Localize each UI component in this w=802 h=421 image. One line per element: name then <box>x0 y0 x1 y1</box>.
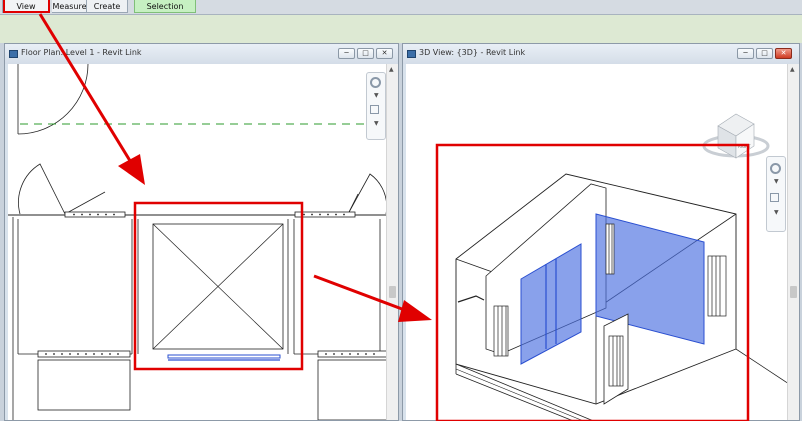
floor-plan-canvas[interactable]: ▼ ▼ <box>8 64 386 420</box>
chevron-down-icon-3d[interactable]: ▼ <box>774 178 779 185</box>
tab-selection[interactable]: Selection <box>134 0 196 13</box>
window-right-3d <box>707 255 727 317</box>
window-front-3d <box>608 335 624 387</box>
window-bottom-right <box>317 350 386 358</box>
scroll-thumb[interactable] <box>389 286 396 298</box>
minimize-button[interactable]: ─ <box>338 48 355 59</box>
navigation-bar-3d[interactable]: ▼ ▼ <box>766 156 786 232</box>
zoom-icon[interactable] <box>370 105 379 114</box>
steering-wheel-icon[interactable] <box>370 77 381 88</box>
tab-create[interactable]: Create <box>86 0 128 13</box>
viewcube-face-label: RIGHT <box>738 144 751 149</box>
revit-view-icon <box>9 50 18 58</box>
3d-view-window[interactable]: 3D View: {3D} - Revit Link ─ □ ✕ RIGHT ▼… <box>402 43 800 421</box>
3d-model-drawing: RIGHT <box>455 113 787 420</box>
room-box-right <box>317 359 386 420</box>
ribbon-tabbar: View Measure Create Selection <box>0 0 802 15</box>
window-bottom-left <box>37 350 131 358</box>
floor-plan-window[interactable]: Floor Plan: Level 1 - Revit Link ─ □ ✕ ▼… <box>4 43 399 421</box>
zoom-icon-3d[interactable] <box>770 193 779 202</box>
maximize-button[interactable]: □ <box>357 48 374 59</box>
close-button-3d[interactable]: ✕ <box>775 48 792 59</box>
close-button[interactable]: ✕ <box>376 48 393 59</box>
scroll-thumb-3d[interactable] <box>790 286 797 298</box>
3d-view-scrollbar[interactable]: ▲ <box>787 64 799 420</box>
3d-view-title: 3D View: {3D} - Revit Link <box>419 48 526 57</box>
revit-3d-icon <box>407 50 416 58</box>
chevron-down-icon-2[interactable]: ▼ <box>374 120 379 127</box>
floor-plan-drawing <box>8 64 386 420</box>
navigation-bar[interactable]: ▼ ▼ <box>366 72 386 140</box>
chevron-down-icon-3d-2[interactable]: ▼ <box>774 209 779 216</box>
ribbon-panel-band <box>0 15 802 43</box>
maximize-button-3d[interactable]: □ <box>756 48 773 59</box>
door-leaf-left <box>64 191 106 215</box>
view-tab-highlight-box <box>3 0 50 13</box>
room-box-left <box>37 359 131 411</box>
floor-plan-titlebar[interactable]: Floor Plan: Level 1 - Revit Link ─ □ ✕ <box>5 44 398 64</box>
door-swing-left <box>18 163 66 215</box>
3d-view-titlebar[interactable]: 3D View: {3D} - Revit Link ─ □ ✕ <box>403 44 799 64</box>
minimize-button-3d[interactable]: ─ <box>737 48 754 59</box>
door-swing-right <box>347 173 386 215</box>
steering-wheel-icon-3d[interactable] <box>770 163 781 174</box>
door-leaf-right <box>347 193 359 215</box>
scroll-up-icon[interactable]: ▲ <box>389 66 394 73</box>
viewcube-icon[interactable]: RIGHT <box>702 113 770 159</box>
floor-plan-title: Floor Plan: Level 1 - Revit Link <box>21 48 142 57</box>
chevron-down-icon[interactable]: ▼ <box>374 92 379 99</box>
window-left-3d <box>493 305 509 357</box>
window-back-3d <box>605 223 615 275</box>
tab-measure[interactable]: Measure <box>52 0 88 13</box>
scroll-up-icon-3d[interactable]: ▲ <box>790 66 795 73</box>
glazing-panel-plan <box>167 354 281 359</box>
3d-view-canvas[interactable]: RIGHT ▼ ▼ <box>406 64 787 420</box>
floor-plan-scrollbar[interactable]: ▲ <box>386 64 398 420</box>
